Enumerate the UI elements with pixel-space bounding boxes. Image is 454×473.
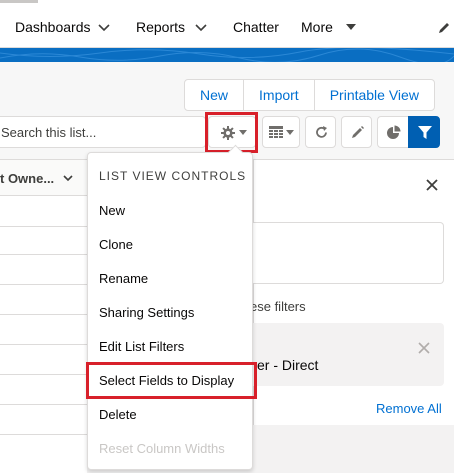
import-button[interactable]: Import bbox=[244, 80, 315, 110]
table-row-divider bbox=[0, 284, 87, 285]
nav-item-dashboards[interactable]: Dashboards bbox=[15, 19, 91, 35]
menu-item-delete[interactable]: Delete bbox=[99, 407, 137, 422]
refresh-icon bbox=[316, 126, 327, 138]
caret-down-icon[interactable] bbox=[344, 20, 358, 34]
display-as-button[interactable] bbox=[262, 116, 300, 148]
show-filters-button[interactable] bbox=[408, 116, 440, 148]
filter-criteria-value: er - Direct bbox=[257, 357, 319, 373]
top-navigation-bar: Dashboards Reports Chatter More bbox=[0, 0, 454, 48]
filter-criteria-card[interactable] bbox=[253, 323, 444, 386]
caret-down-icon bbox=[286, 130, 294, 135]
filter-icon bbox=[418, 126, 432, 139]
edit-nav-icon[interactable] bbox=[437, 21, 451, 35]
header-button-group: New Import Printable View bbox=[184, 79, 435, 111]
table-row-divider bbox=[0, 434, 87, 435]
inline-edit-button[interactable] bbox=[341, 116, 372, 148]
menu-item-rename[interactable]: Rename bbox=[99, 271, 148, 286]
menu-item-clone[interactable]: Clone bbox=[99, 237, 133, 252]
table-row-divider bbox=[0, 226, 87, 227]
close-icon[interactable] bbox=[425, 178, 439, 192]
menu-item-reset-column-widths: Reset Column Widths bbox=[99, 441, 225, 456]
table-row-divider bbox=[0, 254, 87, 255]
search-placeholder: Search this list... bbox=[1, 125, 97, 140]
nav-item-chatter[interactable]: Chatter bbox=[233, 19, 279, 35]
chevron-down-icon[interactable] bbox=[97, 20, 111, 34]
printable-view-button[interactable]: Printable View bbox=[315, 80, 434, 110]
new-button[interactable]: New bbox=[185, 80, 245, 110]
chevron-down-icon[interactable] bbox=[62, 172, 74, 184]
menu-item-sharing-settings[interactable]: Sharing Settings bbox=[99, 305, 194, 320]
filters-panel-footer bbox=[253, 425, 454, 473]
table-row-divider bbox=[0, 404, 87, 405]
show-charts-button[interactable] bbox=[377, 116, 408, 148]
column-header-label: t Owne... bbox=[0, 171, 55, 186]
filter-scope-box[interactable] bbox=[253, 222, 444, 284]
column-header-owner[interactable]: t Owne... bbox=[0, 160, 87, 196]
select-fields-highlight-box bbox=[86, 362, 257, 399]
pencil-icon bbox=[352, 126, 364, 138]
remove-all-link[interactable]: Remove All bbox=[376, 401, 442, 416]
nav-item-more[interactable]: More bbox=[301, 19, 333, 35]
table-row-divider bbox=[0, 314, 87, 315]
list-table: t Owne... bbox=[0, 160, 87, 473]
menu-heading: LIST VIEW CONTROLS bbox=[99, 169, 247, 183]
list-view-controls-menu: LIST VIEW CONTROLS New Clone Rename Shar… bbox=[87, 144, 253, 470]
nav-active-indicator bbox=[0, 0, 38, 3]
pie-chart-icon bbox=[387, 125, 401, 139]
refresh-button[interactable] bbox=[305, 116, 336, 148]
menu-item-new[interactable]: New bbox=[99, 203, 125, 218]
search-list-input[interactable]: Search this list... bbox=[0, 116, 206, 148]
filter-hint-text: ese filters bbox=[250, 299, 306, 314]
table-row-divider bbox=[0, 374, 87, 375]
menu-item-edit-list-filters[interactable]: Edit List Filters bbox=[99, 339, 184, 354]
table-row-divider bbox=[0, 344, 87, 345]
nav-item-reports[interactable]: Reports bbox=[136, 19, 185, 35]
table-icon bbox=[269, 126, 283, 138]
band-pattern-decoration bbox=[0, 48, 454, 62]
chevron-down-icon[interactable] bbox=[194, 20, 208, 34]
remove-filter-icon[interactable] bbox=[418, 342, 430, 354]
brand-band bbox=[0, 48, 454, 62]
